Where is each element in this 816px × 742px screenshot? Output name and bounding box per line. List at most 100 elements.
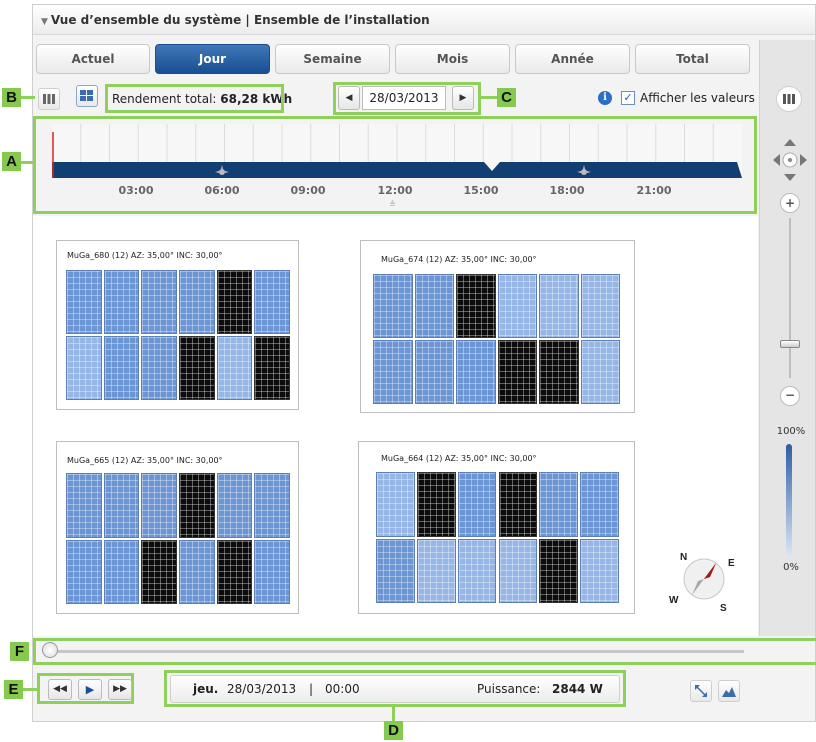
pv-module[interactable] (580, 340, 620, 404)
pv-module[interactable] (456, 340, 496, 404)
pv-module[interactable] (539, 340, 579, 404)
pv-module[interactable] (457, 472, 497, 537)
module-grid (66, 270, 290, 400)
zoom-in-button[interactable]: + (780, 193, 800, 213)
zoom-out-button[interactable]: − (780, 386, 800, 406)
power-value: 2844 W (552, 682, 603, 696)
module-grid (373, 274, 620, 404)
callout-line-c (481, 96, 497, 99)
timeline-resize-handle[interactable]: ≜ (389, 200, 396, 209)
pan-up-icon[interactable] (784, 139, 796, 146)
show-values-label: Afficher les valeurs (640, 91, 755, 105)
pv-module[interactable] (179, 270, 215, 334)
module-grid (66, 473, 290, 604)
pan-right-icon[interactable] (800, 154, 807, 166)
pv-module[interactable] (179, 539, 215, 604)
module-panel[interactable]: MuGa_664 (12) AZ: 35,00° INC: 30,00° (358, 441, 635, 614)
window-title-bar[interactable]: ▼ Vue d’ensemble du système | Ensemble de… (33, 5, 815, 35)
pv-module[interactable] (66, 336, 102, 400)
compass-w: W (669, 595, 679, 606)
pv-module[interactable] (141, 539, 177, 604)
tab-semaine[interactable]: Semaine (275, 44, 390, 74)
pv-module[interactable] (141, 473, 177, 538)
pv-module[interactable] (416, 472, 456, 537)
pv-module[interactable] (580, 538, 619, 603)
time-slider-handle[interactable] (42, 642, 58, 658)
pv-module[interactable] (254, 473, 290, 538)
pv-module[interactable] (103, 473, 140, 538)
grid-icon (783, 94, 795, 104)
scale-bottom-label: 0% (783, 562, 799, 573)
timeline-tick: 12:00 (377, 184, 413, 197)
status-time: 00:00 (325, 682, 360, 696)
module-panel[interactable]: MuGa_680 (12) AZ: 35,00° INC: 30,00° (56, 240, 299, 410)
module-panel[interactable]: MuGa_674 (12) AZ: 35,00° INC: 30,00° (360, 240, 635, 413)
pan-down-icon[interactable] (784, 174, 796, 181)
pv-module[interactable] (376, 538, 415, 603)
pv-module[interactable] (216, 473, 253, 538)
rewind-button[interactable]: ◀◀ (48, 679, 72, 700)
pv-module[interactable] (497, 340, 537, 404)
tab-total[interactable]: Total (635, 44, 750, 74)
pv-module[interactable] (216, 270, 253, 334)
panel-title: MuGa_674 (12) AZ: 35,00° INC: 30,00° (381, 255, 537, 264)
pv-module[interactable] (141, 270, 177, 334)
pv-module[interactable] (66, 270, 102, 334)
pv-module[interactable] (179, 336, 215, 400)
info-icon[interactable]: i (598, 91, 612, 105)
pv-module[interactable] (580, 274, 620, 338)
callout-label-a: A (2, 152, 21, 171)
pv-module[interactable] (179, 473, 215, 538)
pv-module[interactable] (376, 472, 415, 537)
pv-module[interactable] (456, 274, 496, 338)
collapse-arrow-icon[interactable]: ▼ (41, 17, 48, 27)
callout-label-c: C (497, 88, 516, 107)
pv-module[interactable] (539, 538, 579, 603)
zoom-slider-track[interactable] (789, 218, 791, 378)
time-slider-track[interactable] (54, 650, 744, 653)
pv-module[interactable] (539, 274, 579, 338)
show-values-checkbox[interactable]: ✓ (621, 91, 635, 105)
tab-mois[interactable]: Mois (395, 44, 510, 74)
table-view-button[interactable] (38, 88, 60, 110)
callout-line-b (21, 96, 35, 99)
pv-module[interactable] (498, 472, 538, 537)
pv-module[interactable] (216, 336, 253, 400)
day-power-timeline[interactable] (52, 124, 742, 178)
pv-module[interactable] (66, 539, 102, 604)
pv-module[interactable] (103, 270, 140, 334)
chart-button[interactable] (718, 680, 740, 702)
fast-forward-button[interactable]: ▶▶ (108, 679, 132, 700)
module-view-button[interactable] (76, 85, 98, 107)
columns-icon (43, 94, 55, 104)
pv-module[interactable] (539, 472, 579, 537)
module-panel[interactable]: MuGa_665 (12) AZ: 35,00° INC: 30,00° (56, 441, 299, 614)
pv-module[interactable] (373, 274, 413, 338)
play-button[interactable]: ▶ (78, 679, 102, 700)
pv-module[interactable] (103, 539, 140, 604)
pan-control[interactable] (770, 136, 810, 184)
zoom-slider-handle[interactable] (780, 340, 800, 348)
fullscreen-button[interactable] (690, 680, 712, 702)
tab-jour[interactable]: Jour (155, 44, 270, 74)
pv-module[interactable] (254, 270, 290, 334)
pv-module[interactable] (498, 538, 538, 603)
pan-left-icon[interactable] (773, 154, 780, 166)
pv-module[interactable] (254, 336, 290, 400)
pv-module[interactable] (66, 473, 102, 538)
pv-module[interactable] (103, 336, 140, 400)
pv-module[interactable] (141, 336, 177, 400)
power-scale-bar (786, 444, 792, 556)
pv-module[interactable] (416, 538, 456, 603)
pv-module[interactable] (254, 539, 290, 604)
pv-module[interactable] (497, 274, 537, 338)
tab-annee[interactable]: Année (515, 44, 630, 74)
pv-module[interactable] (414, 274, 454, 338)
pv-module[interactable] (457, 538, 497, 603)
pv-module[interactable] (580, 472, 619, 537)
pv-module[interactable] (216, 539, 253, 604)
tab-actuel[interactable]: Actuel (36, 44, 150, 74)
pv-module[interactable] (373, 340, 413, 404)
grid-view-toggle-button[interactable] (776, 86, 802, 112)
pv-module[interactable] (414, 340, 454, 404)
